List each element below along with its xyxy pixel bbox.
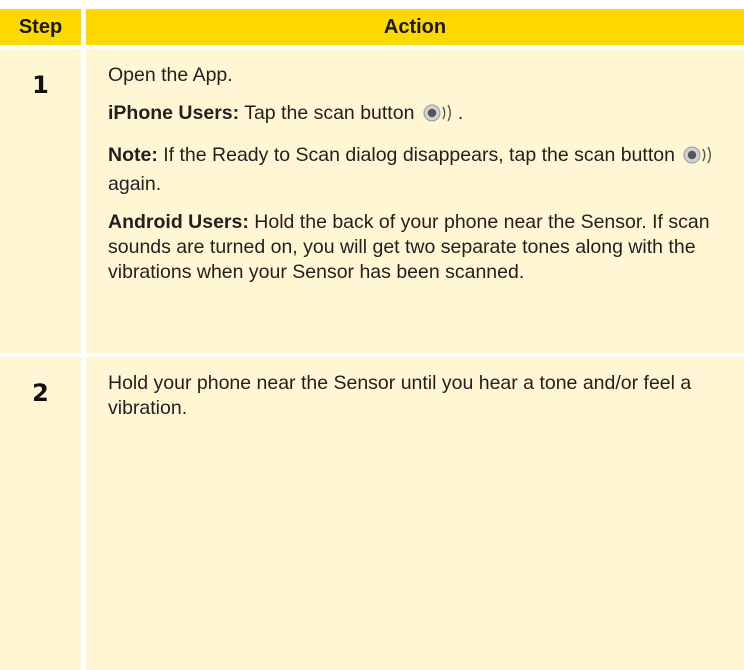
step-number: 2 xyxy=(32,379,49,407)
hold-phone-text: Hold your phone near the Sensor until yo… xyxy=(108,372,692,419)
action-text-block: Open the App. iPhone Users: Tap the scan… xyxy=(108,63,738,298)
step-cell-2: 2 xyxy=(0,357,81,670)
step-cell-1: 1 xyxy=(0,49,81,353)
scan-button-icon xyxy=(682,145,716,172)
note-label: Note: xyxy=(108,144,158,166)
iphone-end: . xyxy=(457,102,464,124)
note-instruction: Note: If the Ready to Scan dialog disapp… xyxy=(108,143,738,197)
iphone-text: Tap the scan button xyxy=(244,102,415,124)
step-number: 1 xyxy=(32,71,49,99)
action-cell-2: Hold your phone near the Sensor until yo… xyxy=(86,357,744,670)
android-users-label: Android Users: xyxy=(108,211,249,233)
note-text: If the Ready to Scan dialog disappears, … xyxy=(163,144,675,166)
action-cell-1: Open the App. iPhone Users: Tap the scan… xyxy=(86,49,744,353)
android-instruction: Android Users: Hold the back of your pho… xyxy=(108,210,738,285)
note-end: again. xyxy=(108,173,162,195)
scan-button-icon xyxy=(422,103,456,130)
action-text-block: Hold your phone near the Sensor until yo… xyxy=(108,371,738,434)
action-column-header: Action xyxy=(86,9,744,45)
open-app-text: Open the App. xyxy=(108,64,233,86)
step-column-header: Step xyxy=(0,9,81,45)
steps-table: Step Action 1 Open the App. iPhone Users… xyxy=(0,0,744,670)
iphone-instruction: iPhone Users: Tap the scan button . xyxy=(108,101,738,130)
iphone-users-label: iPhone Users: xyxy=(108,102,240,124)
